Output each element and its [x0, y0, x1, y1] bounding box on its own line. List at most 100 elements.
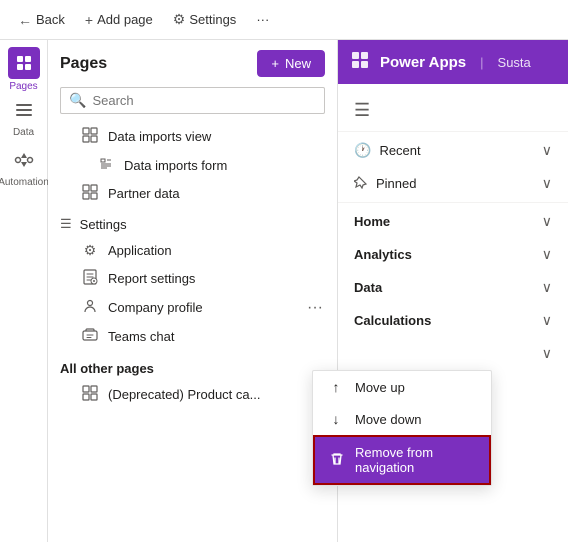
- list-item[interactable]: (Deprecated) Product ca... ···: [52, 380, 333, 409]
- chevron-icon: ∨: [542, 142, 552, 159]
- new-plus-icon: +: [271, 56, 279, 71]
- list-item-company-profile[interactable]: Company profile ···: [52, 293, 333, 322]
- automation-nav-label: Automation: [0, 177, 49, 188]
- top-bar: ← Back + Add page ⚙ Settings ···: [0, 0, 568, 40]
- settings-label: Settings: [189, 12, 236, 27]
- item-label: Report settings: [108, 271, 297, 286]
- calculations-label: Calculations: [354, 313, 431, 328]
- sidebar-item-pages[interactable]: Pages: [2, 44, 46, 94]
- item-label: Application: [108, 243, 297, 258]
- add-page-label: Add page: [97, 12, 153, 27]
- list-item[interactable]: Data imports view ···: [52, 122, 333, 151]
- item-label: Partner data: [108, 186, 297, 201]
- nav-row-data[interactable]: Data ∨: [338, 271, 568, 304]
- list-item[interactable]: ⚙ Application ···: [52, 236, 333, 264]
- move-down-icon: ↓: [327, 411, 345, 427]
- move-up-item[interactable]: ↑ Move up: [313, 371, 491, 403]
- search-input[interactable]: [92, 93, 316, 108]
- back-button[interactable]: ← Back: [10, 8, 73, 32]
- settings-button[interactable]: ⚙ Settings: [165, 7, 245, 32]
- hamburger-row[interactable]: ☰: [338, 92, 568, 129]
- apps-grid-icon[interactable]: [350, 50, 370, 75]
- context-menu: ↑ Move up ↓ Move down Remove from naviga…: [312, 370, 492, 486]
- data-nav-label: Data: [13, 127, 34, 138]
- nav-row-pinned[interactable]: Pinned ∨: [338, 167, 568, 200]
- right-panel-title: Power Apps: [380, 54, 466, 71]
- gear-icon: ⚙: [80, 242, 100, 259]
- hamburger-icon: ☰: [354, 100, 370, 121]
- nav-divider: [338, 131, 568, 132]
- item-label: Company profile: [108, 300, 297, 315]
- gear-icon: ⚙: [173, 11, 186, 28]
- grid-icon: [80, 127, 100, 146]
- pages-nav-label: Pages: [9, 81, 37, 92]
- more-icon: ···: [256, 12, 269, 27]
- pinned-label: Pinned: [376, 176, 416, 191]
- plus-icon: +: [85, 12, 93, 28]
- chevron-icon: ∨: [542, 312, 552, 329]
- pages-panel: Pages + New 🔍 Data: [48, 40, 338, 542]
- home-label: Home: [354, 214, 390, 229]
- back-icon: ←: [18, 12, 32, 28]
- recent-label: Recent: [379, 143, 420, 158]
- trash-icon: [329, 451, 345, 470]
- move-up-icon: ↑: [327, 379, 345, 395]
- sidebar-item-data[interactable]: Data: [2, 94, 46, 144]
- nav-row-home[interactable]: Home ∨: [338, 205, 568, 238]
- list-item[interactable]: Data imports form ···: [52, 151, 333, 179]
- nav-row-recent[interactable]: 🕐 Recent ∨: [338, 134, 568, 167]
- chevron-icon: ∨: [542, 345, 552, 362]
- more-button[interactable]: ···: [248, 8, 277, 31]
- pages-title: Pages: [60, 55, 107, 73]
- nav-divider: [338, 202, 568, 203]
- teams-icon: [80, 327, 100, 346]
- automation-icon: [14, 150, 34, 175]
- chevron-icon: ∨: [542, 213, 552, 230]
- settings-header-label: Settings: [80, 217, 127, 232]
- nav-row-analytics[interactable]: Analytics ∨: [338, 238, 568, 271]
- add-page-button[interactable]: + Add page: [77, 8, 161, 32]
- grid-icon: [80, 184, 100, 203]
- list-item[interactable]: Teams chat ···: [52, 322, 333, 351]
- list-item[interactable]: Partner data ···: [52, 179, 333, 208]
- main-layout: Pages Data Automation: [0, 40, 568, 542]
- pin-icon: [354, 175, 368, 192]
- right-header: Power Apps | Susta: [338, 40, 568, 84]
- remove-label: Remove from navigation: [355, 445, 475, 475]
- item-label: Teams chat: [108, 329, 297, 344]
- form-icon: [96, 157, 116, 174]
- back-label: Back: [36, 12, 65, 27]
- chevron-icon: ∨: [542, 279, 552, 296]
- right-nav-list: ☰ 🕐 Recent ∨ Pinned: [338, 84, 568, 378]
- left-nav: Pages Data Automation: [0, 40, 48, 542]
- grid-icon: [80, 385, 100, 404]
- remove-from-navigation-item[interactable]: Remove from navigation: [313, 435, 491, 485]
- new-label: New: [285, 56, 311, 71]
- recent-icon: 🕐: [354, 142, 371, 159]
- data-label: Data: [354, 280, 382, 295]
- item-label: Data imports view: [108, 129, 297, 144]
- nav-row-calculations[interactable]: Calculations ∨: [338, 304, 568, 337]
- new-button[interactable]: + New: [257, 50, 325, 77]
- move-down-item[interactable]: ↓ Move down: [313, 403, 491, 435]
- search-icon: 🔍: [69, 92, 86, 109]
- report-icon: [80, 269, 100, 288]
- chevron-icon: ∨: [542, 246, 552, 263]
- settings-section-header: ☰ Settings: [52, 208, 333, 236]
- item-label: (Deprecated) Product ca...: [108, 387, 297, 402]
- move-down-label: Move down: [355, 412, 421, 427]
- data-icon: [14, 100, 34, 125]
- sidebar-item-automation[interactable]: Automation: [2, 144, 46, 194]
- move-up-label: Move up: [355, 380, 405, 395]
- pages-list: Data imports view ··· Data imports form …: [48, 122, 337, 542]
- list-item[interactable]: Report settings ···: [52, 264, 333, 293]
- chevron-icon: ∨: [542, 175, 552, 192]
- more-options-icon[interactable]: ···: [305, 299, 325, 317]
- search-box[interactable]: 🔍: [60, 87, 325, 114]
- nav-row-extra[interactable]: ∨: [338, 337, 568, 370]
- item-label: Data imports form: [124, 158, 297, 173]
- right-panel-subtitle: Susta: [498, 55, 531, 70]
- pages-header: Pages + New: [48, 40, 337, 83]
- list-icon: ☰: [60, 216, 72, 232]
- pages-icon: [8, 47, 40, 79]
